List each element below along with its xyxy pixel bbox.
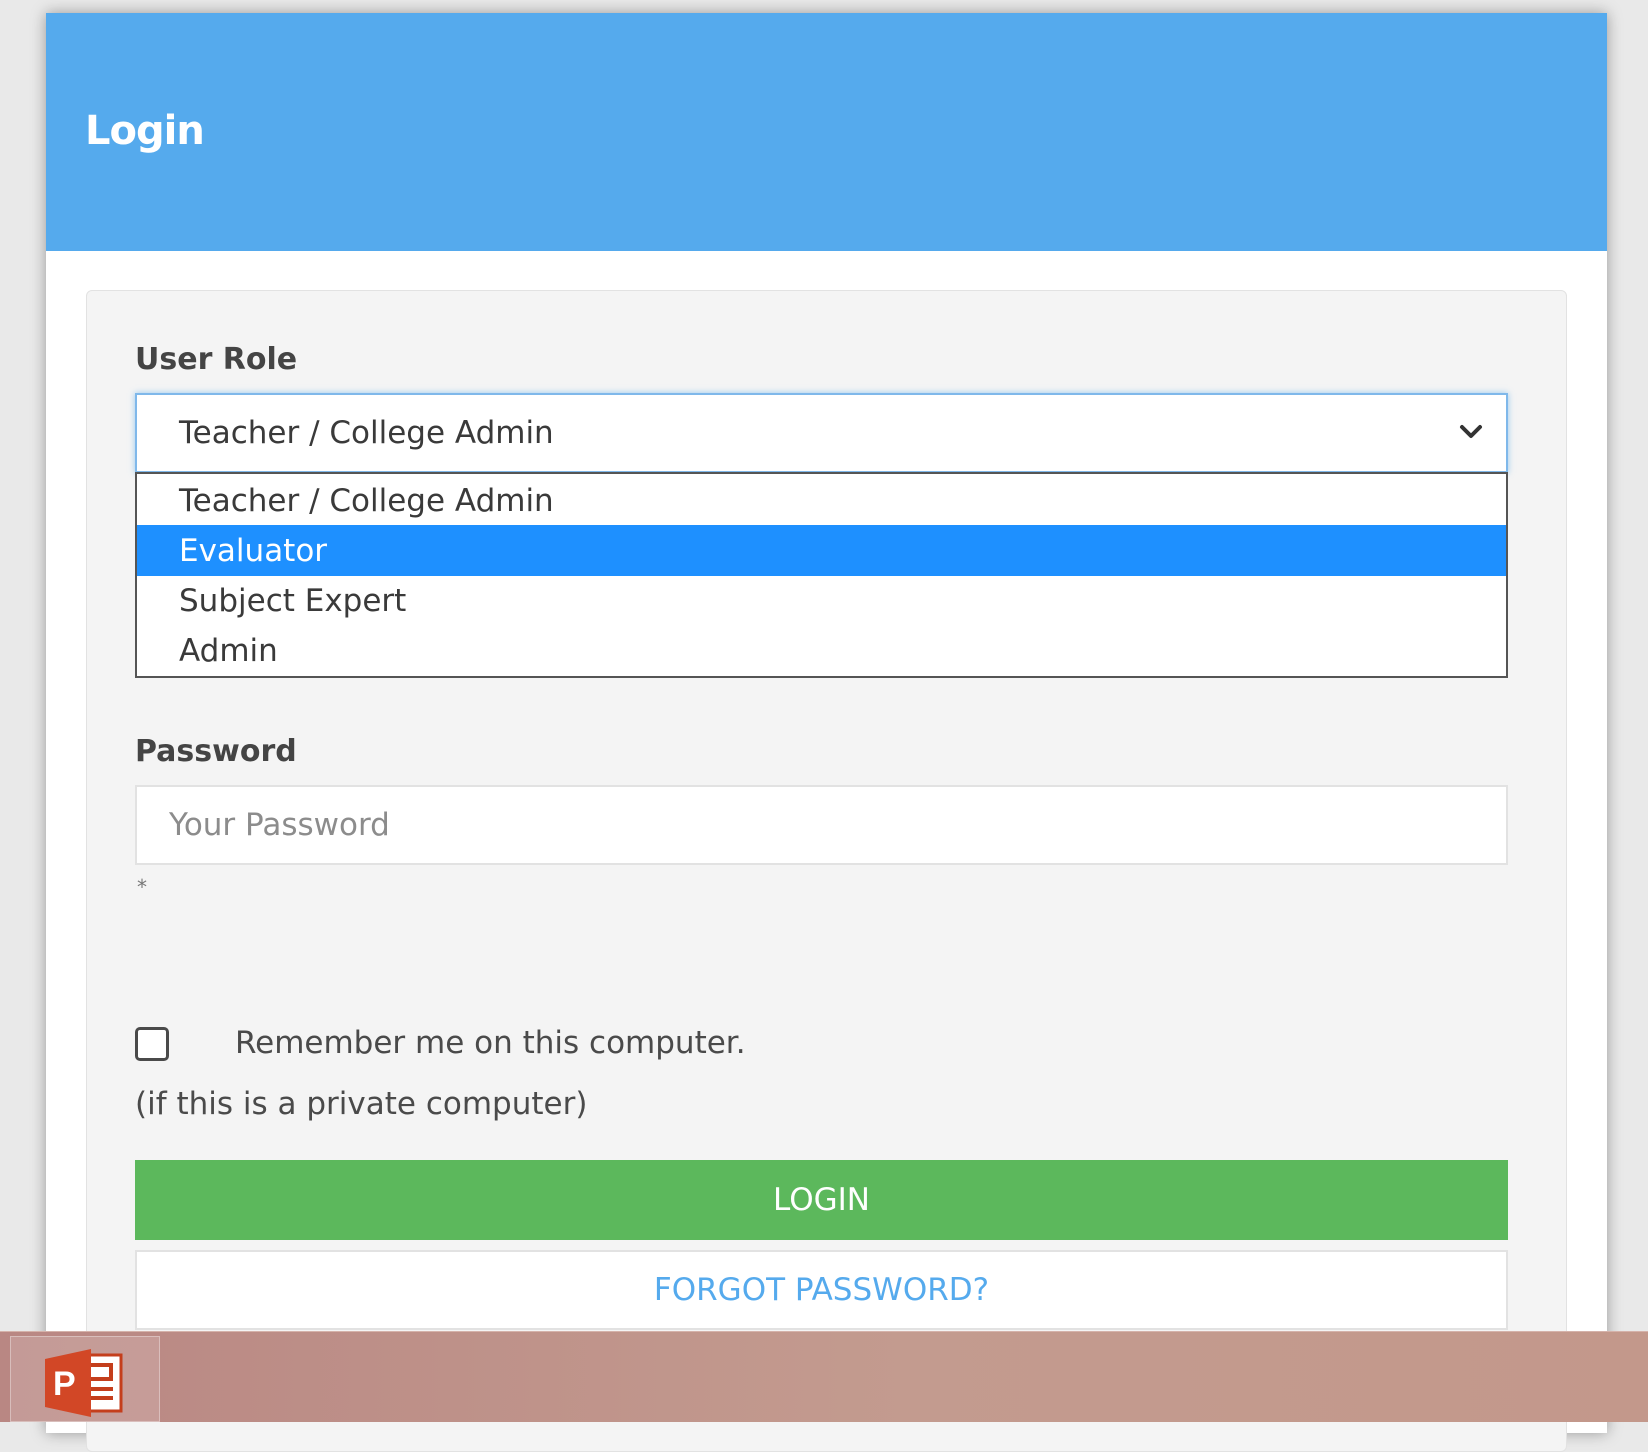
user-role-option-evaluator[interactable]: Evaluator: [137, 525, 1506, 576]
remember-me-checkbox[interactable]: [135, 1027, 169, 1061]
password-label: Password: [135, 734, 297, 769]
option-label: Evaluator: [179, 533, 328, 569]
user-role-option-admin[interactable]: Admin: [137, 625, 1506, 676]
forgot-password-button[interactable]: FORGOT PASSWORD?: [135, 1250, 1508, 1330]
page-title: Login: [85, 108, 205, 154]
login-header: Login: [46, 13, 1607, 251]
required-mark: *: [137, 875, 147, 899]
remember-me-label[interactable]: Remember me on this computer.: [235, 1025, 746, 1061]
option-label: Teacher / College Admin: [179, 483, 554, 519]
user-role-dropdown-list: Teacher / College Admin Evaluator Subjec…: [135, 472, 1508, 678]
login-form-panel: User Role Teacher / College Admin Teache…: [86, 290, 1567, 1452]
login-card: Login User Role Teacher / College Admin …: [46, 13, 1607, 1452]
user-role-option-subject-expert[interactable]: Subject Expert: [137, 575, 1506, 626]
user-role-selected-value: Teacher / College Admin: [179, 415, 554, 451]
remember-me-note: (if this is a private computer): [135, 1086, 588, 1122]
taskbar: P: [0, 1331, 1648, 1422]
login-button[interactable]: LOGIN: [135, 1160, 1508, 1240]
taskbar-powerpoint-button[interactable]: P: [10, 1336, 160, 1422]
chevron-down-icon: [1460, 425, 1482, 438]
user-role-select[interactable]: Teacher / College Admin: [135, 393, 1508, 473]
user-role-option-teacher[interactable]: Teacher / College Admin: [137, 475, 1506, 526]
password-input[interactable]: [135, 785, 1508, 865]
powerpoint-icon: P: [45, 1349, 123, 1417]
powerpoint-icon-letter: P: [53, 1365, 76, 1403]
option-label: Admin: [179, 633, 278, 669]
option-label: Subject Expert: [179, 583, 407, 619]
user-role-label: User Role: [135, 342, 298, 377]
